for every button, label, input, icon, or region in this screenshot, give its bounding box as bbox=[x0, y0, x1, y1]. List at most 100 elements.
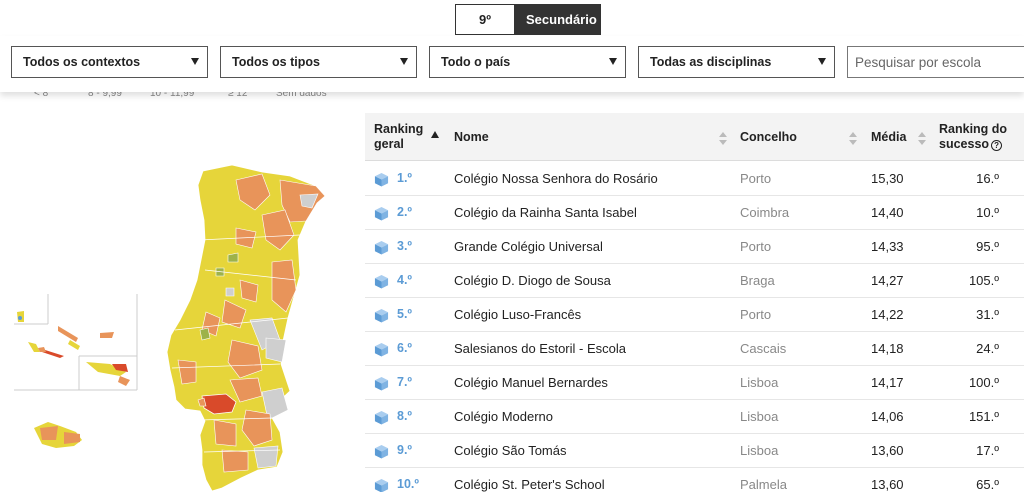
caret-down-icon bbox=[609, 58, 617, 65]
header-text: Ranking bbox=[374, 122, 424, 136]
concelho-cell: Porto bbox=[740, 171, 772, 186]
table-row[interactable]: 2.º Colégio da Rainha Santa Isabel Coimbra… bbox=[365, 196, 1024, 230]
rank-link[interactable]: 10.º bbox=[397, 477, 419, 491]
rank-link[interactable]: 7.º bbox=[397, 375, 412, 389]
ranking-table: Ranking geral Nome Concelho Média Rankin… bbox=[365, 113, 1024, 492]
media-cell: 15,30 bbox=[871, 171, 904, 186]
media-cell: 13,60 bbox=[871, 443, 904, 458]
col-header-ranking-sucesso[interactable]: Ranking do sucesso? bbox=[939, 122, 1007, 152]
school-name[interactable]: Grande Colégio Universal bbox=[454, 239, 603, 254]
cube-icon bbox=[374, 240, 389, 255]
table-row[interactable]: 8.º Colégio Moderno Lisboa 14,06 151.º bbox=[365, 400, 1024, 434]
concelho-cell: Palmela bbox=[740, 477, 787, 492]
region-select[interactable]: Todo o país bbox=[429, 46, 626, 78]
rank-link[interactable]: 3.º bbox=[397, 239, 412, 253]
concelho-cell: Lisboa bbox=[740, 443, 779, 458]
sort-asc-icon[interactable] bbox=[431, 131, 439, 138]
table-row[interactable]: 7.º Colégio Manuel Bernardes Lisboa 14,17 10… bbox=[365, 366, 1024, 400]
school-search-input[interactable] bbox=[847, 46, 1024, 78]
rank-link[interactable]: 2.º bbox=[397, 205, 412, 219]
concelho-cell: Porto bbox=[740, 307, 772, 322]
concelho-cell: Lisboa bbox=[740, 409, 779, 424]
media-cell: 14,33 bbox=[871, 239, 904, 254]
table-row[interactable]: 4.º Colégio D. Diogo de Sousa Braga 14,27 10… bbox=[365, 264, 1024, 298]
success-rank-cell: 105.º bbox=[968, 273, 999, 288]
table-row[interactable]: 1.º Colégio Nossa Senhora do Rosário Porto… bbox=[365, 162, 1024, 196]
toggle-secundario[interactable]: Secundário bbox=[514, 5, 600, 34]
col-header-ranking-geral[interactable]: Ranking geral bbox=[374, 122, 423, 152]
table-row[interactable]: 3.º Grande Colégio Universal Porto 14,33 95.… bbox=[365, 230, 1024, 264]
concelho-cell: Coimbra bbox=[740, 205, 790, 220]
success-rank-cell: 16.º bbox=[976, 171, 999, 186]
cube-icon bbox=[374, 172, 389, 187]
sort-icon[interactable] bbox=[719, 132, 727, 146]
concelho-cell: Cascais bbox=[740, 341, 787, 356]
success-rank-cell: 31.º bbox=[976, 307, 999, 322]
sort-icon[interactable] bbox=[849, 132, 857, 146]
cube-icon bbox=[374, 274, 389, 289]
caret-down-icon bbox=[818, 58, 826, 65]
table-row[interactable]: 9.º Colégio São Tomás Lisboa 13,60 17.º bbox=[365, 434, 1024, 468]
school-name[interactable]: Salesianos do Estoril - Escola bbox=[454, 341, 626, 356]
school-name[interactable]: Colégio da Rainha Santa Isabel bbox=[454, 205, 637, 220]
cube-icon bbox=[374, 308, 389, 323]
help-icon[interactable]: ? bbox=[991, 140, 1003, 151]
header-text: Ranking do bbox=[939, 122, 1008, 136]
type-select-label: Todos os tipos bbox=[232, 55, 320, 69]
media-cell: 14,27 bbox=[871, 273, 904, 288]
school-name[interactable]: Colégio Nossa Senhora do Rosário bbox=[454, 171, 658, 186]
level-toggle: 9º ano Secundário bbox=[455, 4, 601, 56]
table-header: Ranking geral Nome Concelho Média Rankin… bbox=[365, 113, 1024, 161]
success-rank-cell: 65.º bbox=[976, 477, 999, 492]
azores-inset[interactable] bbox=[14, 294, 138, 391]
school-name[interactable]: Colégio D. Diogo de Sousa bbox=[454, 273, 611, 288]
school-name[interactable]: Colégio Moderno bbox=[454, 409, 553, 424]
rank-link[interactable]: 5.º bbox=[397, 307, 412, 321]
toggle-9-ano[interactable]: 9º ano bbox=[456, 5, 514, 56]
choropleth-map bbox=[14, 164, 326, 492]
media-cell: 14,17 bbox=[871, 375, 904, 390]
success-rank-cell: 151.º bbox=[968, 409, 999, 424]
col-header-media[interactable]: Média bbox=[871, 130, 906, 145]
media-cell: 14,06 bbox=[871, 409, 904, 424]
rank-link[interactable]: 4.º bbox=[397, 273, 412, 287]
rank-link[interactable]: 6.º bbox=[397, 341, 412, 355]
table-row[interactable]: 10.º Colégio St. Peter's School Palmela 13,… bbox=[365, 468, 1024, 492]
school-name[interactable]: Colégio St. Peter's School bbox=[454, 477, 605, 492]
success-rank-cell: 24.º bbox=[976, 341, 999, 356]
region-select-label: Todo o país bbox=[441, 55, 511, 69]
mainland-portugal[interactable] bbox=[166, 164, 326, 492]
col-header-nome[interactable]: Nome bbox=[454, 130, 489, 145]
media-cell: 14,18 bbox=[871, 341, 904, 356]
concelho-cell: Braga bbox=[740, 273, 775, 288]
rank-link[interactable]: 8.º bbox=[397, 409, 412, 423]
context-select-label: Todos os contextos bbox=[23, 55, 141, 69]
cube-icon bbox=[374, 410, 389, 425]
subject-select[interactable]: Todas as disciplinas bbox=[638, 46, 835, 78]
caret-down-icon bbox=[191, 58, 199, 65]
media-cell: 14,22 bbox=[871, 307, 904, 322]
success-rank-cell: 17.º bbox=[976, 443, 999, 458]
cube-icon bbox=[374, 376, 389, 391]
cube-icon bbox=[374, 444, 389, 459]
media-cell: 14,40 bbox=[871, 205, 904, 220]
sort-icon[interactable] bbox=[918, 132, 926, 146]
cube-icon bbox=[374, 478, 389, 492]
success-rank-cell: 10.º bbox=[976, 205, 999, 220]
success-rank-cell: 100.º bbox=[968, 375, 999, 390]
col-header-concelho[interactable]: Concelho bbox=[740, 130, 797, 145]
madeira-inset[interactable] bbox=[34, 422, 82, 448]
rank-link[interactable]: 9.º bbox=[397, 443, 412, 457]
media-cell: 13,60 bbox=[871, 477, 904, 492]
table-row[interactable]: 6.º Salesianos do Estoril - Escola Cascais… bbox=[365, 332, 1024, 366]
cube-icon bbox=[374, 342, 389, 357]
concelho-cell: Lisboa bbox=[740, 375, 779, 390]
school-name[interactable]: Colégio Manuel Bernardes bbox=[454, 375, 608, 390]
school-name[interactable]: Colégio São Tomás bbox=[454, 443, 567, 458]
context-select[interactable]: Todos os contextos bbox=[11, 46, 208, 78]
table-row[interactable]: 5.º Colégio Luso-Francês Porto 14,22 31.º bbox=[365, 298, 1024, 332]
school-name[interactable]: Colégio Luso-Francês bbox=[454, 307, 581, 322]
success-rank-cell: 95.º bbox=[976, 239, 999, 254]
rank-link[interactable]: 1.º bbox=[397, 171, 412, 185]
type-select[interactable]: Todos os tipos bbox=[220, 46, 417, 78]
